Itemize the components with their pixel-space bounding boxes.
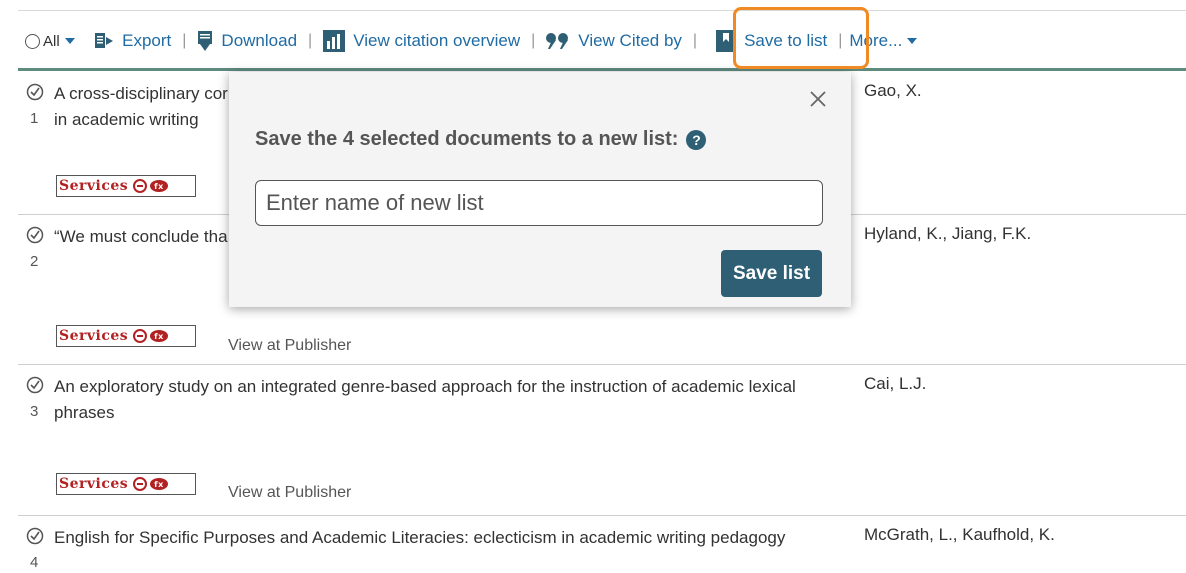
save-to-list-popup: Save the 4 selected documents to a new l…: [229, 72, 851, 307]
services-label: Services: [59, 328, 129, 344]
row-number: 2: [30, 253, 39, 270]
export-icon: [94, 32, 114, 50]
svg-text:fx: fx: [154, 480, 164, 489]
view-citation-overview-button[interactable]: View citation overview: [323, 30, 520, 52]
authors-link[interactable]: McGrath, L., Kaufhold, K.: [864, 525, 1055, 545]
document-title-link[interactable]: English for Specific Purposes and Academ…: [54, 525, 824, 551]
download-button[interactable]: Download: [197, 30, 297, 52]
new-list-name-input[interactable]: [255, 180, 823, 226]
authors-link[interactable]: Hyland, K., Jiang, F.K.: [864, 224, 1031, 244]
view-cited-by-label: View Cited by: [578, 31, 682, 50]
save-list-button[interactable]: Save list: [721, 250, 822, 297]
result-row: 3 An exploratory study on an integrated …: [18, 364, 1186, 516]
download-label: Download: [221, 31, 298, 50]
popup-title-text: Save the 4 selected documents to a new l…: [255, 128, 679, 150]
row-checkbox-checked[interactable]: [26, 83, 44, 106]
result-row: 4 English for Specific Purposes and Acad…: [18, 515, 1186, 573]
services-label: Services: [59, 178, 129, 194]
row-checkbox-checked[interactable]: [26, 527, 44, 550]
top-divider: [18, 10, 1186, 11]
bar-chart-icon: [323, 30, 346, 52]
results-toolbar: All Export | Download | View citation ov…: [18, 24, 1168, 58]
row-checkbox-checked[interactable]: [26, 226, 44, 249]
document-title-line: phrases: [54, 403, 115, 422]
sfx-logo-icon: fx: [133, 179, 169, 193]
toolbar-separator: |: [182, 32, 187, 49]
sfx-logo-icon: fx: [133, 329, 169, 343]
chevron-down-icon: [907, 38, 918, 44]
view-at-publisher-link[interactable]: View at Publisher: [228, 484, 351, 502]
services-label: Services: [59, 476, 129, 492]
toolbar-separator: |: [692, 32, 698, 49]
document-title-line: An exploratory study on an integrated ge…: [54, 377, 796, 396]
document-title-link[interactable]: An exploratory study on an integrated ge…: [54, 374, 824, 426]
export-label: Export: [122, 31, 172, 50]
select-all-label: All: [43, 32, 60, 50]
toolbar-separator: |: [308, 32, 313, 49]
document-title-line: English for Specific Purposes and Academ…: [54, 528, 786, 547]
help-icon[interactable]: ?: [686, 129, 707, 150]
sfx-logo-icon: fx: [133, 477, 169, 491]
row-number: 1: [30, 110, 39, 127]
services-button[interactable]: Services fx: [56, 473, 196, 495]
svg-text:fx: fx: [154, 332, 164, 341]
row-number: 4: [30, 554, 39, 571]
view-at-publisher-link[interactable]: View at Publisher: [228, 337, 351, 355]
select-all-checkbox[interactable]: [25, 33, 40, 49]
services-button[interactable]: Services fx: [56, 325, 196, 347]
row-number: 3: [30, 403, 39, 420]
view-citation-overview-label: View citation overview: [353, 31, 521, 50]
svg-text:fx: fx: [154, 182, 164, 191]
quote-icon: [546, 32, 570, 50]
close-icon[interactable]: [809, 90, 827, 108]
authors-link[interactable]: Cai, L.J.: [864, 374, 926, 394]
services-button[interactable]: Services fx: [56, 175, 196, 197]
toolbar-separator: |: [531, 32, 536, 49]
export-button[interactable]: Export: [94, 31, 171, 51]
row-checkbox-checked[interactable]: [26, 376, 44, 399]
authors-link[interactable]: Gao, X.: [864, 81, 922, 101]
download-icon: [197, 30, 213, 52]
select-all-dropdown[interactable]: All: [25, 33, 75, 50]
save-to-list-highlight: [733, 7, 869, 69]
chevron-down-icon: [64, 38, 75, 44]
popup-title: Save the 4 selected documents to a new l…: [255, 128, 707, 151]
view-cited-by-button[interactable]: View Cited by: [546, 31, 682, 51]
